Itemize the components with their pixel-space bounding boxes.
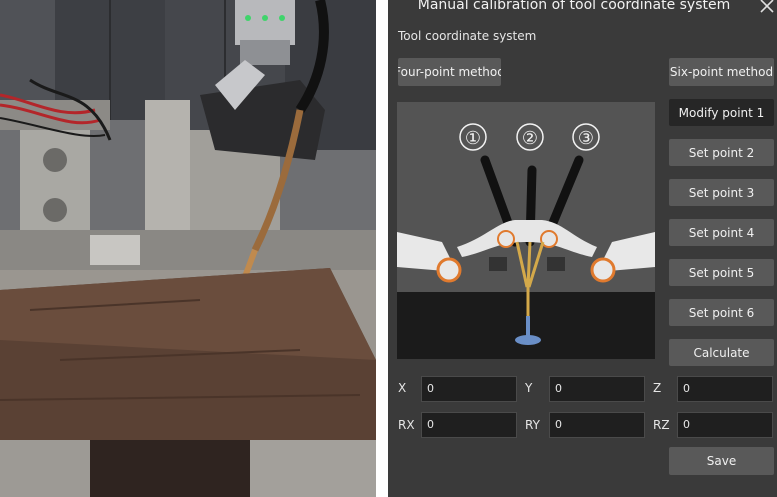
marker-1-label: ① bbox=[465, 128, 481, 149]
save-button[interactable]: Save bbox=[669, 447, 774, 475]
six-point-method-button[interactable]: Six-point method bbox=[669, 58, 774, 86]
title-bar: Manual calibration of tool coordinate sy… bbox=[388, 0, 777, 16]
robot-welding-photo bbox=[0, 0, 376, 497]
rz-label: RZ bbox=[653, 418, 670, 432]
four-point-method-button[interactable]: Four-point method bbox=[398, 58, 501, 86]
y-input[interactable]: 0 bbox=[549, 376, 645, 402]
calibration-illustration: ① ② ③ bbox=[397, 102, 655, 359]
modify-point-1-button[interactable]: Modify point 1 bbox=[669, 99, 774, 126]
set-point-4-button[interactable]: Set point 4 bbox=[669, 219, 774, 246]
calibration-dialog: Manual calibration of tool coordinate sy… bbox=[388, 0, 777, 497]
marker-3-label: ③ bbox=[578, 128, 594, 149]
dialog-title: Manual calibration of tool coordinate sy… bbox=[417, 0, 731, 13]
set-point-3-button[interactable]: Set point 3 bbox=[669, 179, 774, 206]
z-input[interactable]: 0 bbox=[677, 376, 773, 402]
section-label: Tool coordinate system bbox=[398, 29, 537, 43]
z-label: Z bbox=[653, 381, 662, 395]
set-point-6-button[interactable]: Set point 6 bbox=[669, 299, 774, 326]
rz-input[interactable]: 0 bbox=[677, 412, 773, 438]
close-icon[interactable] bbox=[759, 0, 775, 15]
ry-label: RY bbox=[525, 418, 540, 432]
robot-photo-drawing bbox=[0, 0, 376, 497]
ry-input[interactable]: 0 bbox=[549, 412, 645, 438]
x-input[interactable]: 0 bbox=[421, 376, 517, 402]
y-label: Y bbox=[525, 381, 533, 395]
calibration-diagram: ① ② ③ bbox=[397, 102, 655, 359]
rx-label: RX bbox=[398, 418, 415, 432]
set-point-2-button[interactable]: Set point 2 bbox=[669, 139, 774, 166]
set-point-5-button[interactable]: Set point 5 bbox=[669, 259, 774, 286]
calculate-button[interactable]: Calculate bbox=[669, 339, 774, 366]
x-label: X bbox=[398, 381, 407, 395]
marker-2-label: ② bbox=[522, 128, 538, 149]
rx-input[interactable]: 0 bbox=[421, 412, 517, 438]
